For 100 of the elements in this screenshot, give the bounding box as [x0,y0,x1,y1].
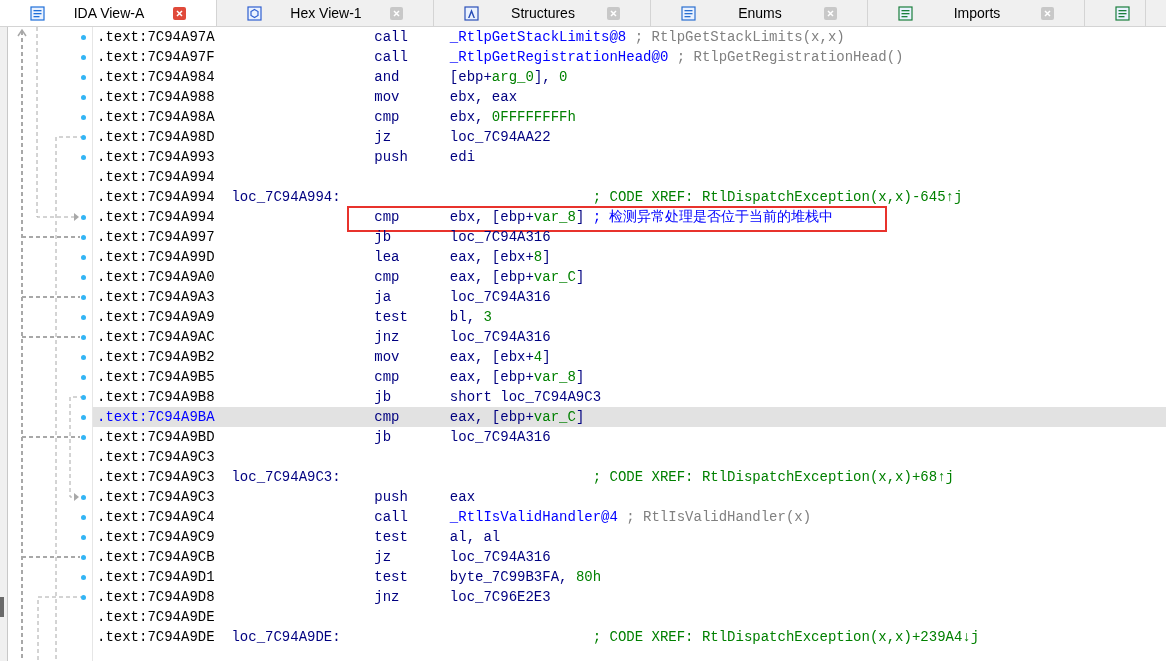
code-line[interactable]: .text:7C94A9CB jz loc_7C94A316 [93,547,1166,567]
code-line[interactable]: .text:7C94A994 cmp ebx, [ebp+var_8] ; 检测异常处理是否位于当前的堆栈中 [93,207,1166,227]
address: .text:7C94A9D1 [97,567,216,587]
code-line[interactable]: .text:7C94A9C4 call _RtlIsValidHandler@4 ; RtlIsValidHandler(x) [93,507,1166,527]
close-icon[interactable] [607,6,620,20]
operand: eax, [ebp+var_C] [449,407,585,427]
code-line[interactable]: .text:7C94A9C3 push eax [93,487,1166,507]
tab-icon [247,5,262,21]
code-line[interactable]: .text:7C94A9DE loc_7C94A9DE: ; CODE XREF: RtlDispatchException(x,x)+239A4↓j [93,627,1166,647]
mnemonic: mov [374,347,401,367]
code-line[interactable]: .text:7C94A9AC jnz loc_7C94A316 [93,327,1166,347]
bullet-icon [81,94,86,100]
code-line[interactable]: .text:7C94A9D8 jnz loc_7C96E2E3 [93,587,1166,607]
label-name: loc_7C94A994: [231,187,342,207]
mnemonic: test [374,567,409,587]
tab[interactable]: IDA View-A [0,0,217,26]
address: .text:7C94A9AC [97,327,216,347]
address: .text:7C94A984 [97,67,216,87]
bullet-icon [81,234,86,240]
code-line[interactable]: .text:7C94A9DE [93,607,1166,627]
code-line[interactable]: .text:7C94A9C9 test al, al [93,527,1166,547]
mnemonic: jz [374,127,393,147]
address: .text:7C94A9C4 [97,507,216,527]
address: .text:7C94A9B5 [97,367,216,387]
code-line[interactable]: .text:7C94A99D lea eax, [ebx+8] [93,247,1166,267]
bullet-icon [81,554,86,560]
address: .text:7C94A988 [97,87,216,107]
mnemonic: mov [374,87,401,107]
operand: ebx, 0FFFFFFFFh [449,107,576,127]
label-name: loc_7C94A9C3: [231,467,342,487]
address: .text:7C94A9C3 [97,487,216,507]
mnemonic: cmp [374,367,401,387]
code-line[interactable]: .text:7C94A9D1 test byte_7C99B3FA, 80h [93,567,1166,587]
tab-icon [1115,5,1130,21]
operand: eax, [ebp+var_C] [449,267,585,287]
bullet-icon [81,294,86,300]
code-line[interactable]: .text:7C94A9A3 ja loc_7C94A316 [93,287,1166,307]
code-line[interactable]: .text:7C94A994 [93,167,1166,187]
operand: byte_7C99B3FA, 80h [449,567,602,587]
code-line[interactable]: .text:7C94A993 push edi [93,147,1166,167]
scroll-marker [0,597,4,617]
address: .text:7C94A994 [97,187,216,207]
code-line[interactable]: .text:7C94A98A cmp ebx, 0FFFFFFFFh [93,107,1166,127]
mnemonic: and [374,67,401,87]
bullet-icon [81,334,86,340]
code-line[interactable]: .text:7C94A988 mov ebx, eax [93,87,1166,107]
mnemonic: ja [374,287,393,307]
code-line[interactable]: .text:7C94A9C3 [93,447,1166,467]
address: .text:7C94A9B2 [97,347,216,367]
label-name: loc_7C94A9DE: [231,627,342,647]
address: .text:7C94A98D [97,127,216,147]
mnemonic: cmp [374,407,401,427]
code-line[interactable]: .text:7C94A9B2 mov eax, [ebx+4] [93,347,1166,367]
comment: ; RtlpGetRegistrationHead() [676,47,904,67]
mnemonic: jnz [374,327,401,347]
address: .text:7C94A9DE [97,627,216,647]
tab-icon [898,5,913,21]
close-icon[interactable] [173,6,186,20]
code-line[interactable]: .text:7C94A9B5 cmp eax, [ebp+var_8] [93,367,1166,387]
mnemonic: test [374,527,409,547]
close-icon[interactable] [390,6,403,20]
bullet-icon [81,154,86,160]
operand: edi [449,147,476,167]
bullet-icon [81,434,86,440]
address: .text:7C94A9DE [97,607,216,627]
address: .text:7C94A9B8 [97,387,216,407]
code-line[interactable]: .text:7C94A997 jb loc_7C94A316 [93,227,1166,247]
bullet-icon [81,114,86,120]
code-line[interactable]: .text:7C94A994 loc_7C94A994: ; CODE XREF: RtlDispatchException(x,x)-645↑j [93,187,1166,207]
comment: ; RtlpGetStackLimits(x,x) [634,27,845,47]
tab-icon [681,5,696,21]
address: .text:7C94A9C3 [97,447,216,467]
address: .text:7C94A9BD [97,427,216,447]
code-line[interactable]: .text:7C94A9BD jb loc_7C94A316 [93,427,1166,447]
tab-icon [30,5,45,21]
code-line[interactable]: .text:7C94A984 and [ebp+arg_0], 0 [93,67,1166,87]
code-line[interactable]: .text:7C94A98D jz loc_7C94AA22 [93,127,1166,147]
operand: ebx, [ebp+var_8] [449,207,585,227]
code-line[interactable]: .text:7C94A9B8 jb short loc_7C94A9C3 [93,387,1166,407]
close-icon[interactable] [1041,6,1054,20]
address: .text:7C94A993 [97,147,216,167]
address: .text:7C94A9A3 [97,287,216,307]
mnemonic: cmp [374,267,401,287]
mnemonic: jnz [374,587,401,607]
comment: ; CODE XREF: RtlDispatchException(x,x)-645↑j [592,187,963,207]
code-line[interactable]: .text:7C94A97F call _RtlpGetRegistrationHead@0 ; RtlpGetRegistrationHead() [93,47,1166,67]
tab-icon [464,5,479,21]
code-line[interactable]: .text:7C94A97A call _RtlpGetStackLimits@8 ; RtlpGetStackLimits(x,x) [93,27,1166,47]
bullet-icon [81,494,86,500]
operand: eax, [ebx+4] [449,347,551,367]
close-icon[interactable] [824,6,837,20]
code-line[interactable]: .text:7C94A9A9 test bl, 3 [93,307,1166,327]
comment: ; CODE XREF: RtlDispatchException(x,x)+68↑j [592,467,954,487]
code-line[interactable]: .text:7C94A9A0 cmp eax, [ebp+var_C] [93,267,1166,287]
code-line[interactable]: .text:7C94A9C3 loc_7C94A9C3: ; CODE XREF: RtlDispatchException(x,x)+68↑j [93,467,1166,487]
bullet-icon [81,134,86,140]
operand: al, al [449,527,501,547]
address: .text:7C94A9C3 [97,467,216,487]
mnemonic: jb [374,387,393,407]
mnemonic: call [374,507,409,527]
